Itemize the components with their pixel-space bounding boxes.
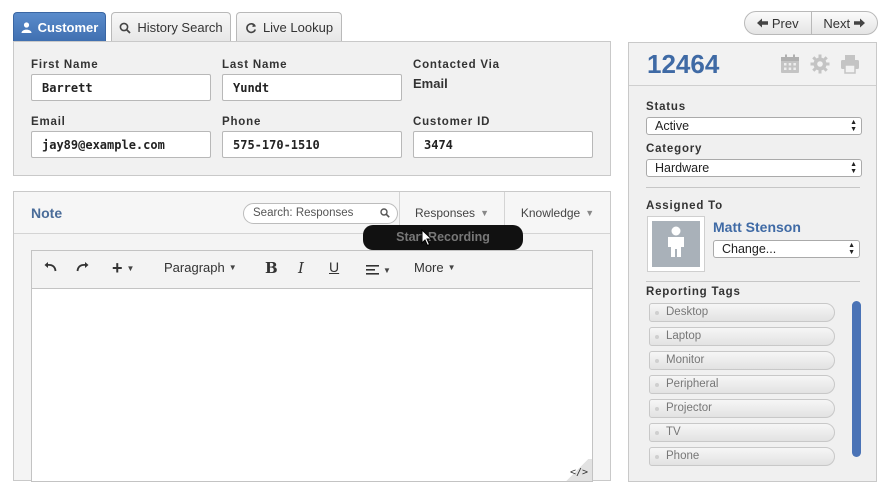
pagination-nav: Prev Next [744, 11, 878, 35]
reporting-tags-label: Reporting Tags [646, 286, 741, 298]
tag-item[interactable]: Monitor [649, 351, 835, 370]
customer-panel: First Name Barrett Last Name Yundt Conta… [13, 41, 611, 176]
printer-icon[interactable] [840, 54, 860, 79]
note-title: Note [31, 205, 63, 221]
prev-label: Prev [771, 15, 799, 31]
first-name-label: First Name [31, 59, 99, 71]
person-icon [665, 226, 687, 263]
tag-item[interactable]: Peripheral [649, 375, 835, 394]
tags-scrollbar[interactable] [852, 301, 861, 457]
category-select[interactable]: Hardware ▲ ▼ [646, 159, 862, 177]
phone-label: Phone [222, 116, 262, 128]
select-arrows-icon: ▲ ▼ [848, 242, 855, 256]
search-icon [119, 22, 132, 34]
knowledge-label: Knowledge [520, 205, 581, 220]
tag-item[interactable]: TV [649, 423, 835, 442]
tab-live-lookup[interactable]: Live Lookup [236, 12, 342, 42]
contacted-via-label: Contacted Via [413, 59, 500, 71]
pointer-cursor-icon [421, 228, 433, 252]
plus-icon: + [112, 258, 123, 278]
ticket-header: 12464 [629, 43, 876, 86]
next-label: Next [823, 15, 851, 31]
change-value: Change... [722, 242, 777, 256]
bold-icon[interactable]: B [265, 259, 278, 277]
assigned-to-label: Assigned To [646, 200, 723, 212]
tab-label: Customer [37, 20, 99, 35]
divider [646, 187, 860, 188]
contacted-via-value: Email [413, 76, 448, 91]
assignee-name[interactable]: Matt Stenson [713, 219, 801, 235]
change-assignee-select[interactable]: Change... ▲ ▼ [713, 240, 860, 258]
tag-item[interactable]: Desktop [649, 303, 835, 322]
paragraph-dropdown[interactable]: Paragraph ▼ [164, 260, 237, 275]
start-recording-tooltip[interactable]: Start Recording [363, 225, 523, 250]
search-placeholder: Search: Responses [253, 207, 354, 219]
last-name-field[interactable]: Yundt [222, 74, 402, 101]
avatar [647, 216, 705, 272]
ticket-id: 12464 [647, 49, 720, 79]
email-field[interactable]: jay89@example.com [31, 131, 211, 158]
customer-id-label: Customer ID [413, 116, 491, 128]
ticket-sidebar: 12464 Status Active ▲ ▼ Category Hardware… [628, 42, 877, 482]
caret-down-icon: ▼ [480, 207, 489, 218]
caret-down-icon: ▼ [228, 263, 237, 272]
note-editor[interactable]: + ▼ Paragraph ▼ B I U ▼ More ▼ </> [31, 250, 593, 482]
align-left-icon [366, 263, 379, 278]
caret-down-icon: ▼ [585, 207, 595, 218]
status-label: Status [646, 101, 686, 113]
tag-item[interactable]: Phone [649, 447, 835, 466]
gear-icon[interactable] [810, 54, 830, 79]
status-select[interactable]: Active ▲ ▼ [646, 117, 862, 135]
tag-item[interactable]: Projector [649, 399, 835, 418]
insert-plus-button[interactable]: + ▼ [112, 259, 134, 277]
paragraph-label: Paragraph [164, 260, 225, 275]
user-icon [21, 22, 32, 33]
caret-down-icon: ▼ [126, 263, 135, 273]
phone-field[interactable]: 575-170-1510 [222, 131, 402, 158]
code-view-toggle[interactable]: </> [562, 459, 592, 481]
divider [646, 281, 860, 282]
next-button[interactable]: Next [810, 12, 878, 34]
responses-label: Responses [415, 205, 476, 220]
search-icon [380, 208, 390, 221]
tab-customer[interactable]: Customer [13, 12, 106, 42]
italic-icon[interactable]: I [298, 259, 304, 277]
editor-toolbar: + ▼ Paragraph ▼ B I U ▼ More ▼ [32, 251, 592, 289]
select-arrows-icon: ▲ ▼ [850, 161, 857, 175]
more-label: More [414, 260, 444, 275]
tab-label: Live Lookup [262, 20, 334, 35]
prev-button[interactable]: Prev [745, 12, 811, 34]
select-arrows-icon: ▲ ▼ [850, 119, 857, 133]
undo-icon[interactable] [44, 260, 57, 272]
arrow-left-icon [756, 16, 768, 31]
tab-label: History Search [137, 20, 223, 35]
refresh-icon [245, 22, 257, 34]
last-name-label: Last Name [222, 59, 288, 71]
status-value: Active [655, 119, 690, 133]
underline-icon[interactable]: U [329, 259, 339, 275]
tag-item[interactable]: Laptop [649, 327, 835, 346]
redo-icon[interactable] [76, 260, 89, 272]
tab-history-search[interactable]: History Search [111, 12, 231, 42]
caret-down-icon: ▼ [447, 263, 456, 272]
email-label: Email [31, 116, 66, 128]
category-value: Hardware [655, 161, 710, 175]
category-label: Category [646, 143, 703, 155]
customer-id-field[interactable]: 3474 [413, 131, 593, 158]
arrow-right-icon [854, 16, 866, 31]
first-name-field[interactable]: Barrett [31, 74, 211, 101]
responses-search-input[interactable]: Search: Responses [243, 203, 398, 224]
calendar-icon[interactable] [780, 54, 800, 79]
align-dropdown[interactable]: ▼ [366, 263, 391, 278]
more-dropdown[interactable]: More ▼ [414, 260, 456, 275]
caret-down-icon: ▼ [383, 266, 391, 275]
